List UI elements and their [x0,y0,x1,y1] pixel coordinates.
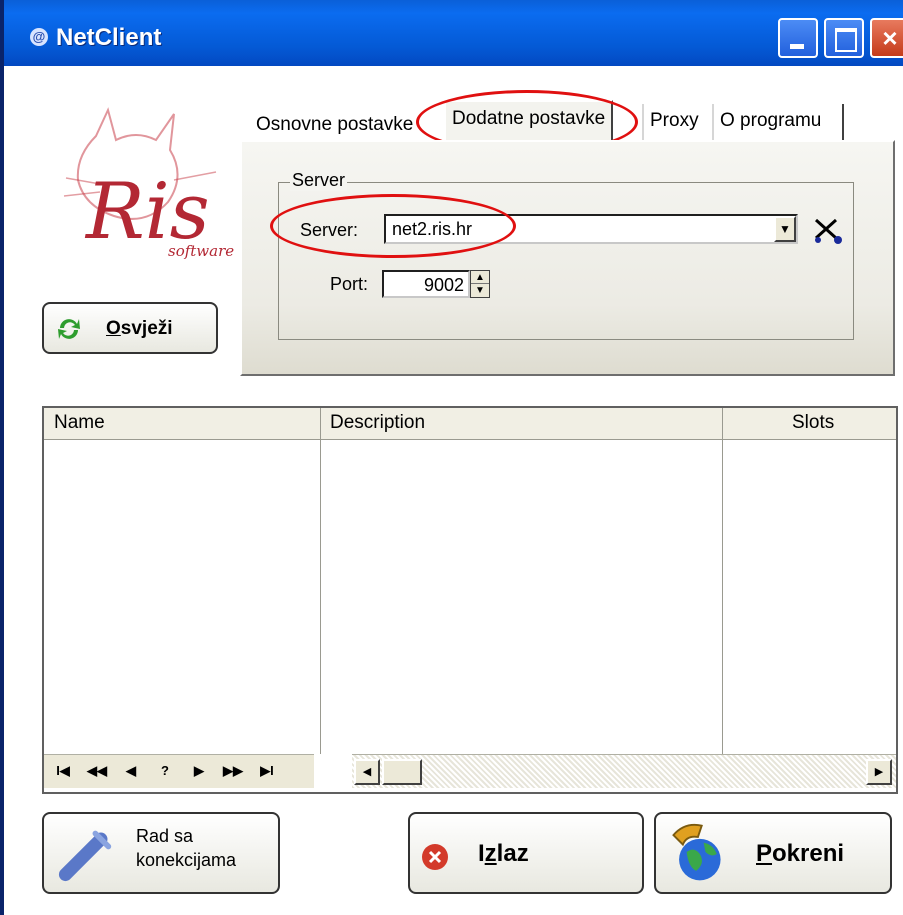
spin-up-icon[interactable]: ▲ [471,271,489,284]
connections-label-line2: konekcijama [136,850,237,870]
tab-panel: Server [240,140,895,376]
scissors-icon[interactable] [810,214,844,246]
prior-page-icon[interactable]: ◀◀ [82,757,112,785]
port-label: Port: [330,274,369,294]
connections-label-line1: Rad sa [136,826,194,846]
scroll-left-icon[interactable]: ◀ [354,759,380,785]
tab-o-programu[interactable]: O programu [712,104,844,140]
close-button[interactable]: × [870,18,903,58]
port-spinner[interactable]: ▲ ▼ [470,270,490,298]
record-navigator: I◀ ◀◀ ◀ ? ▶ ▶▶ ▶I [44,754,314,788]
server-grid[interactable]: Name Description Slots I◀ ◀◀ ◀ ? ▶ ▶▶ ▶I… [42,406,898,794]
window-title: NetClient [56,24,162,51]
exit-button[interactable]: Izlaz [408,812,644,894]
minimize-button[interactable] [778,18,818,58]
last-record-icon[interactable]: ▶I [252,757,282,785]
prior-record-icon[interactable]: ◀ [116,757,146,785]
globe-phone-icon [672,823,721,881]
next-page-icon[interactable]: ▶▶ [218,757,248,785]
netclient-window: @ NetClient × Ris software Osnovne posta… [0,0,903,915]
first-record-icon[interactable]: I◀ [48,757,78,785]
connections-button[interactable]: Rad sa konekcijama [42,812,280,894]
scroll-thumb[interactable] [382,759,422,785]
window-content: Ris software Osnovne postavke Dodatne po… [4,66,903,915]
title-bar[interactable]: @ NetClient × [4,0,903,66]
close-icon: × [882,23,898,53]
next-record-icon[interactable]: ▶ [184,757,214,785]
column-header-slots[interactable]: Slots [792,412,834,434]
maximize-button[interactable] [824,18,864,58]
exit-label: Izlaz [478,840,529,867]
refresh-icon [58,319,80,339]
server-group-legend: Server [290,170,348,191]
column-divider [722,408,723,754]
column-header-description[interactable]: Description [330,412,425,434]
scroll-right-icon[interactable]: ▶ [866,759,892,785]
column-divider [320,408,321,754]
help-icon[interactable]: ? [150,757,180,785]
connector-icon [58,830,112,882]
refresh-label: Osvježi [106,318,173,339]
app-icon: @ [30,28,48,46]
column-header-name[interactable]: Name [54,412,105,434]
grid-header: Name Description Slots [44,408,896,440]
port-input[interactable]: 9002 [382,270,470,298]
annotation-ellipse-server [270,194,516,258]
chevron-down-icon[interactable]: ▼ [774,216,796,242]
tab-osnovne-postavke[interactable]: Osnovne postavke [250,108,419,144]
tab-proxy[interactable]: Proxy [642,104,714,140]
ris-logo: Ris software [63,107,234,260]
start-button[interactable]: Pokreni [654,812,892,894]
refresh-button[interactable]: Osvježi [42,302,218,354]
spin-down-icon[interactable]: ▼ [471,284,489,297]
horizontal-scrollbar[interactable]: ◀ ▶ [352,754,896,788]
close-circle-icon [422,844,448,870]
start-label: Pokreni [756,840,845,867]
logo-subtitle-text: software [168,242,234,260]
